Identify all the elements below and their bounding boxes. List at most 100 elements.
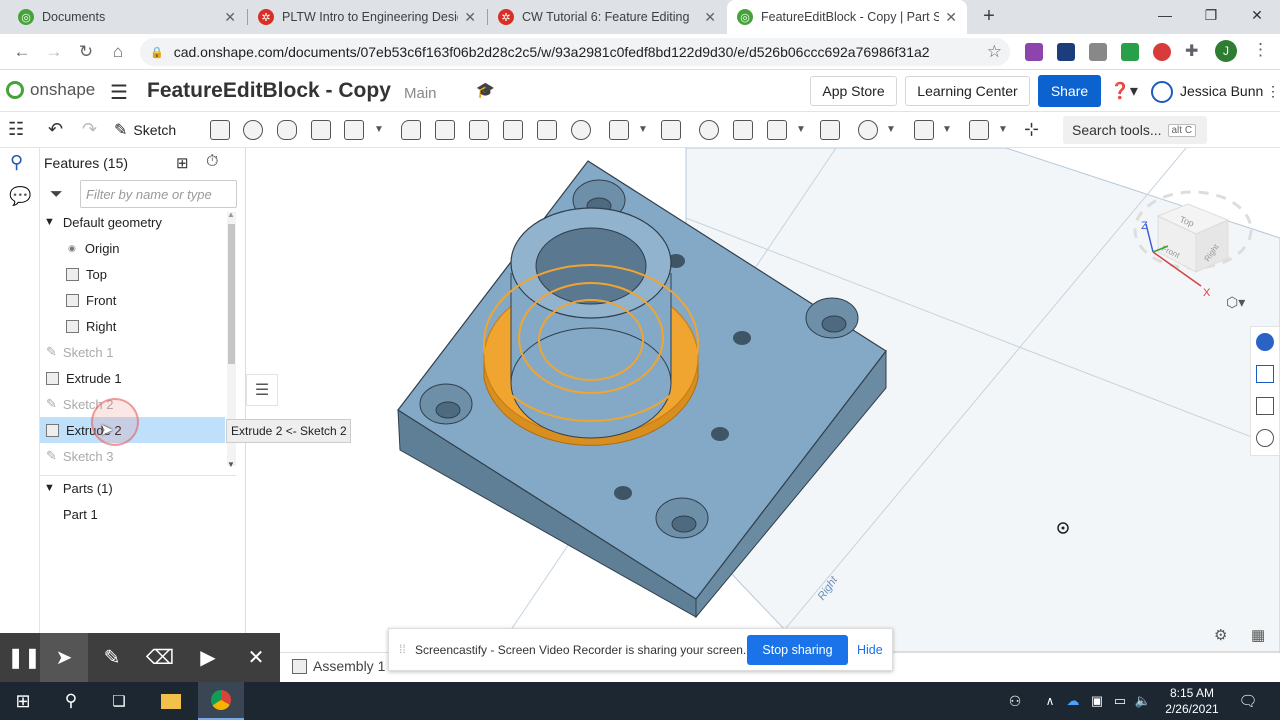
- people-icon[interactable]: ⚇: [1003, 682, 1027, 720]
- extensions-puzzle-icon[interactable]: ✚: [1185, 41, 1198, 61]
- forward-icon[interactable]: →: [42, 40, 66, 64]
- feature-item-origin[interactable]: ◉ Origin: [40, 235, 224, 261]
- view-options-icon[interactable]: ⬡▾: [1226, 294, 1245, 311]
- sketch-button[interactable]: ✎ Sketch: [114, 117, 176, 143]
- filter-icon[interactable]: ⏷: [50, 186, 63, 204]
- comments-icon[interactable]: 💬: [9, 186, 31, 207]
- notifications-icon[interactable]: 🗨: [1236, 682, 1260, 720]
- drag-handle-icon[interactable]: ⁞⁞: [399, 642, 406, 656]
- pen-tool-icon[interactable]: ✎: [88, 633, 136, 682]
- chamfer-tool-icon[interactable]: [435, 120, 455, 140]
- webcam-icon[interactable]: ▶: [184, 633, 232, 682]
- scrollbar-thumb[interactable]: [228, 224, 235, 364]
- fillet-tool-icon[interactable]: [401, 120, 421, 140]
- mirror-tool-icon[interactable]: [661, 120, 681, 140]
- shell-tool-icon[interactable]: [537, 120, 557, 140]
- delete-part-icon[interactable]: [820, 120, 840, 140]
- security-icon[interactable]: ▣: [1087, 682, 1107, 720]
- battery-icon[interactable]: ▭: [1110, 682, 1130, 720]
- eraser-tool-icon[interactable]: ⌫: [136, 633, 184, 682]
- hole-tool-icon[interactable]: [571, 120, 591, 140]
- feature-item-extrude-1[interactable]: Extrude 1: [40, 365, 224, 391]
- mass-properties-icon[interactable]: [1256, 365, 1274, 383]
- feature-list-toggle-icon[interactable]: ☷: [8, 119, 24, 140]
- browser-menu-icon[interactable]: ⋮: [1252, 40, 1269, 60]
- appearance-icon[interactable]: [1256, 333, 1274, 351]
- file-explorer-icon[interactable]: [148, 682, 194, 720]
- part-item[interactable]: Part 1: [40, 501, 224, 527]
- hamburger-menu-icon[interactable]: ☰: [110, 80, 128, 105]
- close-tab-icon[interactable]: ✕: [224, 9, 236, 26]
- chevron-down-icon[interactable]: ▼: [886, 124, 896, 135]
- app-store-button[interactable]: App Store: [810, 76, 897, 106]
- help-icon[interactable]: ❓▾: [1110, 81, 1138, 101]
- volume-icon[interactable]: 🔈: [1133, 682, 1153, 720]
- redo-icon[interactable]: ↷: [82, 119, 97, 140]
- rollback-timer-icon[interactable]: ⏱: [206, 153, 218, 171]
- thicken-tool-icon[interactable]: [344, 120, 364, 140]
- cursor-tool-icon[interactable]: ➤: [40, 633, 88, 682]
- new-tab-button[interactable]: +: [977, 4, 1001, 28]
- education-cap-icon[interactable]: 🎓: [476, 81, 495, 99]
- feature-list-collapse-icon[interactable]: ☰: [246, 374, 278, 406]
- back-icon[interactable]: ←: [10, 40, 34, 64]
- sheets-extension-icon[interactable]: [1121, 43, 1139, 61]
- windows-start-icon[interactable]: ⊞: [0, 682, 46, 720]
- browser-tab-pltw[interactable]: ✲ PLTW Intro to Engineering Desig ✕: [248, 0, 486, 34]
- add-folder-icon[interactable]: ⊞: [176, 154, 189, 172]
- chevron-down-icon[interactable]: ▼: [638, 124, 648, 135]
- stop-sharing-button[interactable]: Stop sharing: [747, 635, 848, 665]
- scroll-up-icon[interactable]: ▲: [227, 210, 235, 219]
- default-geometry-group[interactable]: ▼ Default geometry: [40, 209, 224, 235]
- search-tools-input[interactable]: Search tools... alt C: [1063, 116, 1207, 144]
- close-tab-icon[interactable]: ✕: [464, 9, 476, 26]
- chevron-down-icon[interactable]: ▼: [796, 124, 806, 135]
- task-view-icon[interactable]: ❏: [96, 682, 142, 720]
- browser-tab-cw-tutorial[interactable]: ✲ CW Tutorial 6: Feature Editing ✕: [488, 0, 726, 34]
- chrome-taskbar-icon[interactable]: [198, 682, 244, 720]
- close-toolbar-icon[interactable]: ✕: [232, 633, 280, 682]
- minimize-window-icon[interactable]: —: [1142, 0, 1188, 30]
- render-settings-icon[interactable]: ▦: [1251, 626, 1265, 644]
- search-icon[interactable]: ⚲: [48, 682, 94, 720]
- split-tool-icon[interactable]: [733, 120, 753, 140]
- extrude-tool-icon[interactable]: [210, 120, 230, 140]
- user-name[interactable]: Jessica Bunn: [1180, 83, 1263, 99]
- restore-window-icon[interactable]: ❐: [1188, 0, 1234, 30]
- transform-tool-icon[interactable]: [767, 120, 787, 140]
- onshape-logo[interactable]: onshape: [6, 80, 95, 100]
- sweep-tool-icon[interactable]: [277, 120, 297, 140]
- measure-icon[interactable]: [1256, 397, 1274, 415]
- loft-tool-icon[interactable]: [311, 120, 331, 140]
- reload-icon[interactable]: ↻: [74, 40, 98, 64]
- close-tab-icon[interactable]: ✕: [945, 9, 957, 26]
- home-icon[interactable]: ⌂: [106, 40, 130, 64]
- browser-tab-featureeditblock[interactable]: ◎ FeatureEditBlock - Copy | Part St ✕: [727, 0, 967, 34]
- feature-item-sketch-1[interactable]: ✎ Sketch 1: [40, 339, 224, 365]
- bookmark-star-icon[interactable]: ☆: [987, 42, 1002, 62]
- scroll-down-icon[interactable]: ▼: [227, 460, 235, 469]
- qr-extension-icon[interactable]: [1089, 43, 1107, 61]
- onedrive-icon[interactable]: ☁: [1063, 682, 1083, 720]
- parts-group[interactable]: ▼ Parts (1): [40, 475, 224, 501]
- url-bar[interactable]: 🔒 cad.onshape.com/documents/07eb53c6f163…: [140, 38, 1010, 66]
- close-tab-icon[interactable]: ✕: [704, 9, 716, 26]
- record-extension-icon[interactable]: [1153, 43, 1171, 61]
- document-title[interactable]: FeatureEditBlock - Copy: [147, 79, 391, 103]
- pdf-extension-icon[interactable]: [1025, 43, 1043, 61]
- graphics-viewport[interactable]: Right Top Front Right Z X ⬡▾ ☰ ⚙ ▦: [246, 148, 1280, 652]
- screencast-extension-icon[interactable]: [1057, 43, 1075, 61]
- instances-icon[interactable]: ⚲: [10, 152, 23, 173]
- hide-notice-link[interactable]: Hide: [857, 643, 883, 657]
- view-settings-icon[interactable]: ⚙: [1214, 626, 1227, 644]
- feature-filter-input[interactable]: Filter by name or type: [80, 180, 237, 208]
- user-menu-icon[interactable]: ⋮: [1266, 83, 1280, 100]
- tray-overflow-icon[interactable]: ∧: [1040, 682, 1060, 720]
- feature-item-sketch-3[interactable]: ✎ Sketch 3: [40, 443, 224, 469]
- feature-item-right-plane[interactable]: Right: [40, 313, 224, 339]
- revolve-tool-icon[interactable]: [243, 120, 263, 140]
- share-button[interactable]: Share: [1038, 75, 1101, 107]
- chevron-down-icon[interactable]: ▼: [998, 124, 1008, 135]
- surface-tool-icon[interactable]: [969, 120, 989, 140]
- workspace-branch[interactable]: Main: [404, 85, 437, 102]
